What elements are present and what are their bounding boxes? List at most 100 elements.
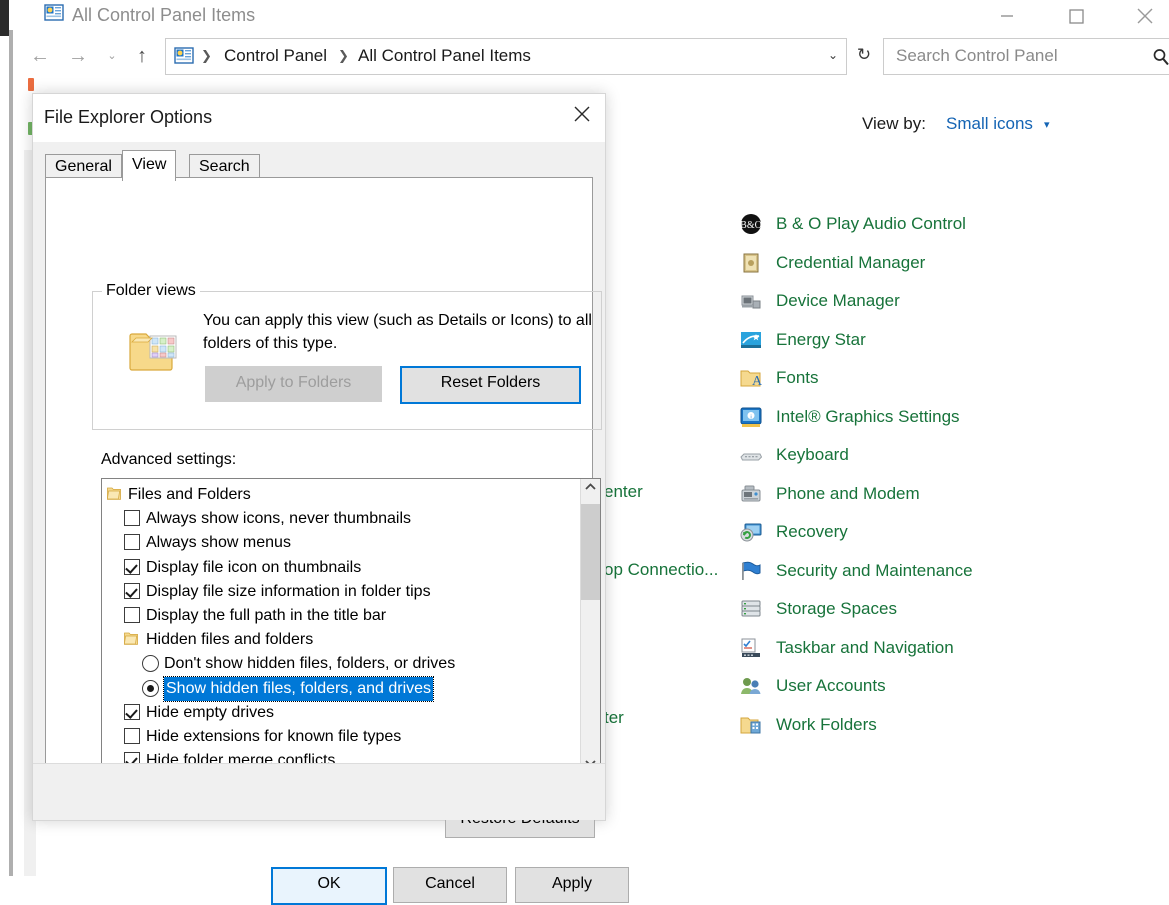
energy-star-icon (740, 329, 762, 351)
advanced-settings-scrollbar[interactable] (580, 479, 600, 774)
settings-row-label: Display the full path in the title bar (146, 607, 387, 624)
scroll-up-icon[interactable] (581, 479, 600, 498)
control-panel-item-label: Intel® Graphics Settings (776, 406, 960, 426)
radio-selected[interactable] (142, 679, 159, 697)
minimize-button[interactable] (984, 0, 1030, 32)
control-panel-item-label: Keyboard (776, 445, 849, 464)
settings-option-row[interactable]: Always show menus (102, 531, 578, 555)
occluded-label-network-sharing-center: enter (604, 482, 643, 501)
checkbox-unchecked[interactable] (124, 510, 140, 527)
control-panel-item-label: Security and Maintenance (776, 560, 973, 580)
checkbox-unchecked[interactable] (124, 728, 140, 744)
checkbox-unchecked[interactable] (124, 607, 140, 623)
credential-manager-icon (740, 252, 762, 274)
address-bar[interactable]: ❯ Control Panel ❯ All Control Panel Item… (165, 38, 847, 75)
checkbox-checked[interactable] (124, 703, 140, 720)
tab-view[interactable]: View (122, 150, 177, 181)
control-panel-item[interactable]: Phone and Modem (740, 475, 1169, 513)
reset-folders-button[interactable]: Reset Folders (400, 366, 581, 404)
recent-locations-button[interactable]: ⌄ (95, 36, 129, 76)
tab-general[interactable]: General (45, 154, 122, 179)
view-by-value[interactable]: Small icons (946, 114, 1033, 134)
apply-to-folders-button[interactable]: Apply to Folders (205, 366, 382, 402)
back-button[interactable]: ← (23, 36, 57, 76)
occluded-label-sync-center: ter (604, 708, 624, 727)
svg-text:A: A (752, 374, 762, 389)
settings-row-label: Display file size information in folder … (146, 582, 431, 600)
apply-button[interactable]: Apply (515, 867, 629, 903)
control-panel-icon (44, 3, 64, 23)
search-input[interactable]: Search Control Panel (883, 38, 1169, 75)
settings-option-row[interactable]: Hide empty drives (102, 701, 578, 725)
occluded-label-remoteapp-connections: op Connectio... (604, 560, 719, 579)
settings-group-row: Files and Folders (102, 483, 578, 507)
control-panel-item[interactable]: Credential Manager (740, 244, 1169, 282)
window-left-border (9, 30, 13, 876)
breadcrumb-separator[interactable]: ❯ (201, 39, 212, 74)
refresh-icon[interactable]: ↻ (851, 38, 877, 73)
control-panel-item-label: User Accounts (776, 676, 886, 695)
folder-views-description: You can apply this view (such as Details… (203, 312, 592, 352)
chevron-down-icon[interactable]: ⌄ (828, 39, 838, 74)
control-panel-item[interactable]: Device Manager (740, 282, 1169, 320)
control-panel-item-label: Fonts (776, 368, 819, 387)
maximize-button[interactable] (1053, 0, 1099, 32)
settings-option-row[interactable]: Display file icon on thumbnails (102, 556, 578, 580)
tab-search[interactable]: Search (189, 154, 260, 179)
settings-row-label: Files and Folders (128, 486, 251, 503)
taskbar-navigation-icon (740, 637, 762, 659)
window-title: All Control Panel Items (72, 5, 256, 25)
close-button[interactable] (1122, 0, 1168, 32)
breadcrumb-control-panel[interactable]: Control Panel (224, 39, 327, 74)
settings-option-row[interactable]: Show hidden files, folders, and drives (102, 675, 578, 702)
control-panel-item-label: Device Manager (776, 291, 900, 310)
control-panel-item[interactable]: Work Folders (740, 706, 1169, 744)
settings-option-row[interactable]: Always show icons, never thumbnails (102, 507, 578, 531)
file-explorer-options-dialog: File Explorer Options General View Searc… (32, 93, 629, 905)
control-panel-item-label: Recovery (776, 522, 848, 541)
settings-option-row[interactable]: Don't show hidden files, folders, or dri… (102, 652, 578, 676)
chevron-down-icon[interactable]: ▾ (1044, 118, 1050, 131)
svg-text:B&O: B&O (740, 220, 762, 231)
breadcrumb-all-control-panel-items[interactable]: All Control Panel Items (358, 39, 531, 74)
breadcrumb-separator[interactable]: ❯ (338, 39, 349, 74)
control-panel-item[interactable]: i Intel® Graphics Settings (740, 398, 1169, 436)
settings-row-label: Always show menus (146, 534, 291, 552)
control-panel-item[interactable]: Security and Maintenance (740, 552, 1169, 590)
cancel-button[interactable]: Cancel (393, 867, 507, 903)
control-panel-item[interactable]: Keyboard (740, 436, 1169, 474)
control-panel-item[interactable]: User Accounts (740, 667, 1169, 705)
advanced-settings-label: Advanced settings: (101, 451, 237, 468)
scrollbar-thumb[interactable] (581, 504, 600, 600)
settings-option-row[interactable]: Display the full path in the title bar (102, 604, 578, 628)
control-panel-item[interactable]: Taskbar and Navigation (740, 629, 1169, 667)
folder-views-legend: Folder views (102, 282, 200, 300)
checkbox-checked[interactable] (124, 582, 140, 599)
settings-group-row: Hidden files and folders (102, 628, 578, 652)
control-panel-icon (174, 46, 194, 66)
control-panel-item-label: Energy Star (776, 329, 866, 349)
folder-icon (106, 486, 121, 506)
control-panel-item[interactable]: Energy Star (740, 321, 1169, 359)
forward-button[interactable]: → (61, 36, 95, 76)
control-panel-item[interactable]: Recovery (740, 513, 1169, 551)
occluded-item-icon-fragment (28, 78, 34, 91)
settings-option-row[interactable]: Display file size information in folder … (102, 580, 578, 604)
dialog-close-icon[interactable] (559, 94, 605, 142)
control-panel-item-label: Storage Spaces (776, 599, 897, 618)
radio-unselected[interactable] (142, 655, 159, 673)
up-button[interactable]: ↑ (125, 36, 159, 76)
control-panel-item[interactable]: B&O B & O Play Audio Control (740, 205, 1169, 243)
control-panel-item[interactable]: Storage Spaces (740, 590, 1169, 628)
checkbox-checked[interactable] (124, 558, 140, 575)
work-folders-icon (740, 714, 762, 736)
checkbox-unchecked[interactable] (124, 534, 140, 551)
search-icon (1151, 47, 1169, 67)
security-maintenance-icon (740, 560, 762, 582)
settings-row-label: Display file icon on thumbnails (146, 558, 362, 576)
control-panel-item[interactable]: A Fonts (740, 359, 1169, 397)
advanced-settings-list[interactable]: Files and Folders Always show icons, neve… (101, 478, 601, 777)
dialog-titlebar: File Explorer Options (33, 94, 605, 142)
ok-button[interactable]: OK (271, 867, 387, 905)
settings-option-row[interactable]: Hide extensions for known file types (102, 725, 578, 749)
